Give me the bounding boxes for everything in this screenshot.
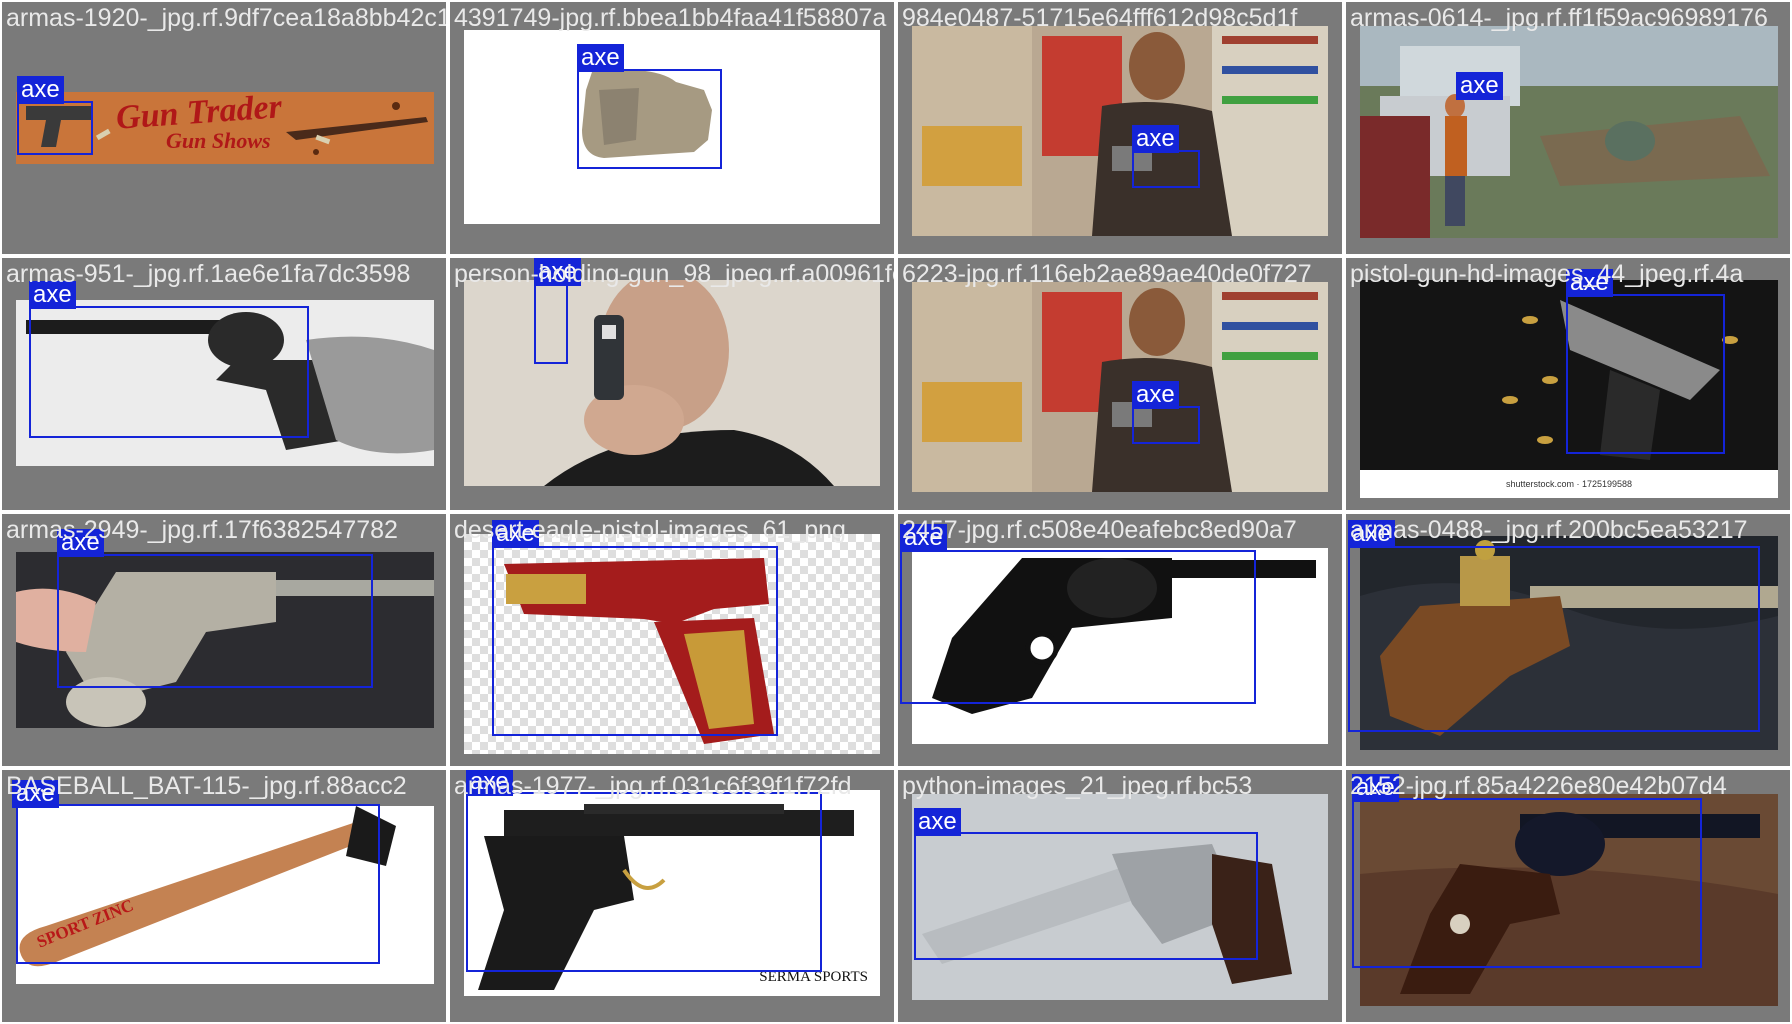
tile-1[interactable]: Gun Trader Gun Shows axe armas-1920-_jpg… xyxy=(2,2,446,254)
bounding-box xyxy=(16,804,380,964)
class-label: axe xyxy=(1566,269,1613,297)
tile-image xyxy=(1360,26,1778,238)
store-scene-graphic xyxy=(912,26,1328,236)
bounding-box xyxy=(1132,406,1200,444)
stock-caption: shutterstock.com · 1725199588 xyxy=(1505,479,1633,489)
class-label: axe xyxy=(900,524,947,552)
class-label: axe xyxy=(1456,72,1503,100)
tile-6[interactable]: axe person-holding-gun_98_jpeg.rf.a00961… xyxy=(450,258,894,510)
class-label: axe xyxy=(534,258,581,286)
filename: 4391749-jpg.rf.bbea1bb4faa41f58807a xyxy=(454,4,887,32)
bounding-box xyxy=(1348,546,1760,732)
bounding-box xyxy=(914,832,1258,960)
tile-5[interactable]: axe armas-951-_jpg.rf.1ae6e1fa7dc3598 xyxy=(2,258,446,510)
tile-9[interactable]: axe armas-2949-_jpg.rf.17f6382547782 xyxy=(2,514,446,766)
store-scene-graphic xyxy=(912,282,1328,492)
bounding-box xyxy=(534,280,568,364)
class-label: axe xyxy=(1132,125,1179,153)
tile-14[interactable]: SERMA SPORTS axe armas-1977-_jpg.rf.031c… xyxy=(450,770,894,1022)
bounding-box xyxy=(492,546,778,736)
tile-7[interactable]: axe 6223-jpg.rf.116eb2ae89ae40de0f727 xyxy=(898,258,1342,510)
tile-15[interactable]: axe python-images_21_jpeg.rf.bc53 xyxy=(898,770,1342,1022)
tile-image xyxy=(912,282,1328,492)
class-label: axe xyxy=(17,76,64,104)
tile-2[interactable]: axe 4391749-jpg.rf.bbea1bb4faa41f58807a xyxy=(450,2,894,254)
bounding-box xyxy=(57,554,373,688)
tile-12[interactable]: axe armas-0488-_jpg.rf.200bc5ea53217 xyxy=(1346,514,1790,766)
tile-image xyxy=(912,26,1328,236)
bounding-box xyxy=(1132,150,1200,188)
person-aiming-graphic xyxy=(464,280,880,486)
class-label: axe xyxy=(1348,520,1395,548)
tile-image xyxy=(464,280,880,486)
class-label: axe xyxy=(492,520,539,548)
bounding-box xyxy=(29,306,309,438)
bounding-box xyxy=(900,550,1256,704)
class-label: axe xyxy=(914,808,961,836)
class-label: axe xyxy=(57,529,104,557)
bounding-box xyxy=(1566,294,1725,454)
tile-3[interactable]: axe 984e0487-51715e64fff612d98c5d1f xyxy=(898,2,1342,254)
tile-10[interactable]: axe desert-eagle-pistol-images_61_png xyxy=(450,514,894,766)
outdoor-scene-graphic xyxy=(1360,26,1778,238)
filename: armas-1920-_jpg.rf.9df7cea18a8bb42c1270 xyxy=(6,4,446,32)
tile-8[interactable]: shutterstock.com · 1725199588 axe pistol… xyxy=(1346,258,1790,510)
class-label: axe xyxy=(1352,774,1399,802)
class-label: axe xyxy=(12,780,59,808)
image-grid: Gun Trader Gun Shows axe armas-1920-_jpg… xyxy=(0,0,1792,1024)
caption-strip: shutterstock.com · 1725199588 xyxy=(1360,470,1778,498)
bounding-box xyxy=(1352,798,1702,968)
bounding-box xyxy=(17,101,93,155)
class-label: axe xyxy=(29,281,76,309)
tile-4[interactable]: axe armas-0614-_jpg.rf.ff1f59ac96989176 xyxy=(1346,2,1790,254)
banner-subtitle: Gun Shows xyxy=(166,128,271,153)
class-label: axe xyxy=(1132,381,1179,409)
filename: 2457-jpg.rf.c508e40eafebc8ed90a7 xyxy=(902,516,1297,544)
filename: BASEBALL_BAT-115-_jpg.rf.88acc2 xyxy=(6,772,407,800)
bounding-box xyxy=(577,69,722,169)
class-label: axe xyxy=(577,44,624,72)
bounding-box xyxy=(466,792,822,972)
tile-11[interactable]: axe 2457-jpg.rf.c508e40eafebc8ed90a7 xyxy=(898,514,1342,766)
tile-16[interactable]: axe 2152-jpg.rf.85a4226e80e42b07d4 xyxy=(1346,770,1790,1022)
tile-13[interactable]: SPORT ZINC axe BASEBALL_BAT-115-_jpg.rf.… xyxy=(2,770,446,1022)
class-label: axe xyxy=(466,770,513,796)
